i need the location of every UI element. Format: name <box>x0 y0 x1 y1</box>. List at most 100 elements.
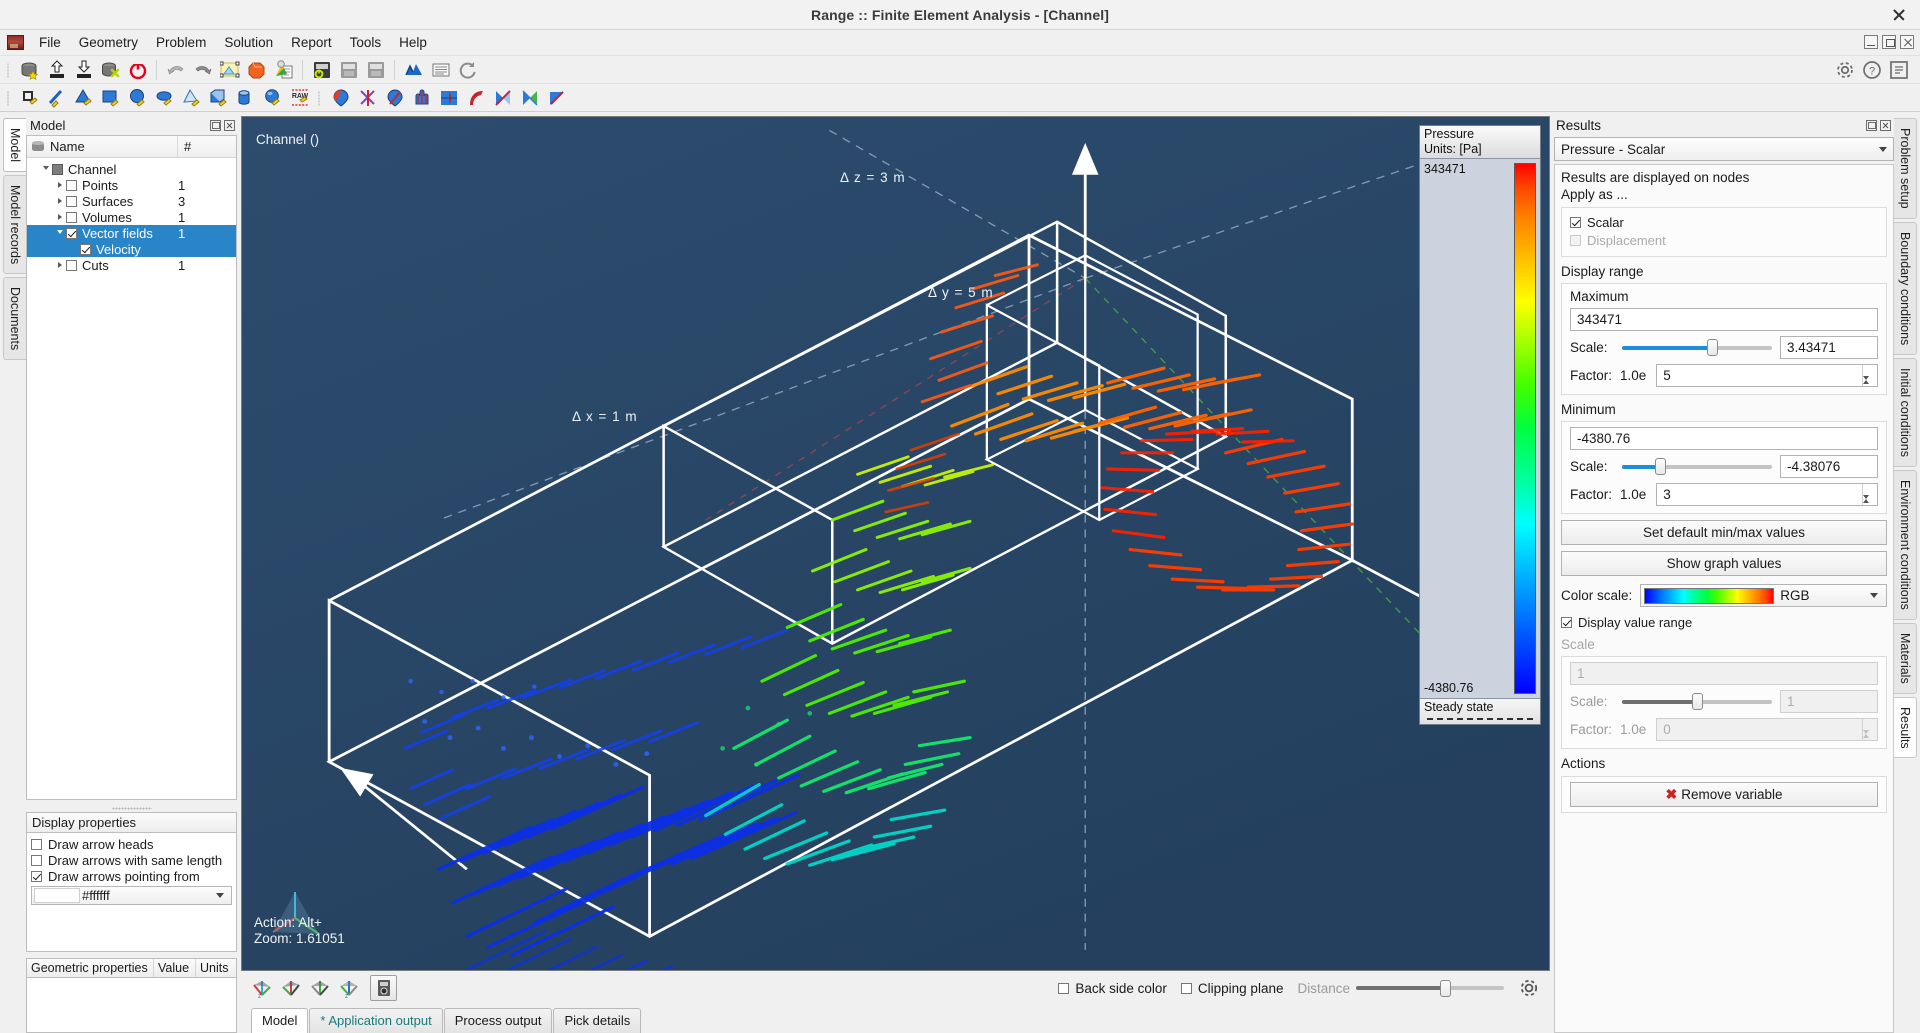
minimum-factor-spinner[interactable]: 3 <box>1656 483 1878 514</box>
model-tree-count-column[interactable]: # <box>178 139 236 154</box>
checkbox-display-value-range[interactable] <box>1561 616 1572 628</box>
expander-volumes[interactable] <box>53 214 66 220</box>
checkbox-draw-arrow-heads[interactable] <box>31 838 42 850</box>
cut-icon[interactable] <box>436 86 461 110</box>
help-icon[interactable]: ? <box>1859 58 1884 82</box>
right-tab-initial-conditions[interactable]: Initial conditions <box>1894 357 1917 467</box>
set-default-minmax-button[interactable]: Set default min/max values <box>1561 520 1887 545</box>
clipping-plane-option[interactable]: Clipping plane <box>1180 981 1283 996</box>
menu-item-geometry[interactable]: Geometry <box>70 32 147 53</box>
draw-circle-icon[interactable] <box>125 86 150 110</box>
coarsen-icon[interactable] <box>517 86 542 110</box>
option-draw-arrows-same-length[interactable]: Draw arrows with same length <box>31 852 232 868</box>
draw-sphere-icon[interactable] <box>260 86 285 110</box>
redo-icon[interactable] <box>190 58 215 82</box>
menu-item-problem[interactable]: Problem <box>147 32 215 53</box>
view-bottom-icon[interactable]: z <box>335 975 362 1001</box>
checkbox-draw-arrows-same-length[interactable] <box>31 854 42 866</box>
mesh-break-icon[interactable] <box>355 86 380 110</box>
draw-quad-icon[interactable] <box>98 86 123 110</box>
checkbox-volumes[interactable] <box>66 211 77 223</box>
expander-vector-fields[interactable] <box>53 229 66 237</box>
report-icon[interactable] <box>428 58 453 82</box>
minimum-factor-down-icon[interactable] <box>1863 495 1877 514</box>
back-side-color-option[interactable]: Back side color <box>1058 981 1167 996</box>
geo-col-properties[interactable]: Geometric properties <box>27 959 154 977</box>
menu-item-solution[interactable]: Solution <box>215 32 282 53</box>
checkbox-velocity[interactable] <box>80 243 91 255</box>
toolbar-grip[interactable] <box>5 60 13 80</box>
minimum-scale-value[interactable]: -4.38076 <box>1780 455 1878 478</box>
draw-cylinder-icon[interactable] <box>233 86 258 110</box>
draw-element-icon[interactable] <box>17 86 42 110</box>
right-tab-environment-conditions[interactable]: Environment conditions <box>1894 469 1917 620</box>
window-close-icon[interactable] <box>1892 8 1906 22</box>
checkbox-scalar[interactable] <box>1570 216 1581 228</box>
close-model-icon[interactable] <box>98 58 123 82</box>
maximum-factor-down-icon[interactable] <box>1863 376 1877 395</box>
solver-settings-icon[interactable] <box>363 58 388 82</box>
tree-row-vector-fields[interactable]: Vector fields 1 <box>27 225 236 241</box>
geometry-toolbar-grip[interactable] <box>5 88 13 108</box>
mdi-restore-icon[interactable] <box>1882 35 1896 49</box>
refresh-icon[interactable] <box>455 58 480 82</box>
left-tab-model[interactable]: Model <box>3 118 26 173</box>
viewport-settings-gear-icon[interactable] <box>1518 977 1540 999</box>
mirror-icon[interactable] <box>490 86 515 110</box>
expander-channel[interactable] <box>39 165 52 173</box>
solid-model-icon[interactable] <box>244 58 269 82</box>
tab-pick-details[interactable]: Pick details <box>553 1008 642 1033</box>
checkbox-draw-arrows-pointing-from[interactable] <box>31 870 42 882</box>
materials-icon[interactable] <box>271 58 296 82</box>
tree-row-cuts[interactable]: Cuts 1 <box>27 257 236 273</box>
mdi-close-icon[interactable] <box>1900 35 1914 49</box>
tab-application-output[interactable]: * Application output <box>309 1008 443 1033</box>
tree-row-velocity[interactable]: Velocity <box>27 241 236 257</box>
menu-item-tools[interactable]: Tools <box>341 32 391 53</box>
exit-icon[interactable] <box>125 58 150 82</box>
splitter-handle[interactable] <box>26 805 237 812</box>
draw-line-icon[interactable] <box>44 86 69 110</box>
right-tab-boundary-conditions[interactable]: Boundary conditions <box>1894 221 1917 355</box>
maximum-scale-value[interactable]: 3.43471 <box>1780 336 1878 359</box>
view-front-icon[interactable]: z <box>248 975 275 1001</box>
minimum-scale-slider[interactable] <box>1622 458 1772 476</box>
menu-item-report[interactable]: Report <box>282 32 341 53</box>
menu-item-file[interactable]: File <box>30 32 70 53</box>
right-tab-results[interactable]: Results <box>1894 696 1917 759</box>
maximum-value-input[interactable]: 343471 <box>1570 308 1878 331</box>
view-back-icon[interactable] <box>277 975 304 1001</box>
checkbox-clipping-plane[interactable] <box>1180 982 1192 994</box>
right-tab-materials[interactable]: Materials <box>1894 622 1917 694</box>
minimum-value-input[interactable]: -4380.76 <box>1570 427 1878 450</box>
geo-col-value[interactable]: Value <box>154 959 196 977</box>
graph-icon[interactable] <box>401 58 426 82</box>
draw-ellipse-icon[interactable] <box>152 86 177 110</box>
mesh-generate-icon[interactable] <box>328 86 353 110</box>
option-draw-arrows-pointing-from[interactable]: Draw arrows pointing from <box>31 868 232 884</box>
option-scalar[interactable]: Scalar <box>1570 213 1878 231</box>
remove-variable-button[interactable]: ✖ Remove variable <box>1570 782 1878 807</box>
arrow-color-combo[interactable]: #ffffff <box>31 886 232 905</box>
new-model-icon[interactable] <box>17 58 42 82</box>
maximum-scale-slider[interactable] <box>1622 339 1772 357</box>
left-tab-documents[interactable]: Documents <box>3 277 26 361</box>
expander-points[interactable] <box>53 182 66 188</box>
expander-surfaces[interactable] <box>53 198 66 204</box>
tree-row-volumes[interactable]: Volumes 1 <box>27 209 236 225</box>
3d-viewport[interactable]: Channel () Action: Alt+ Zoom: 1.61051 Δ … <box>241 116 1550 971</box>
screenshot-icon[interactable] <box>370 975 397 1001</box>
save-model-icon[interactable] <box>71 58 96 82</box>
mesh-weld-icon[interactable] <box>409 86 434 110</box>
about-icon[interactable] <box>1886 58 1911 82</box>
undo-icon[interactable] <box>163 58 188 82</box>
checkbox-vector-fields[interactable] <box>66 227 77 239</box>
maximum-factor-value[interactable]: 5 <box>1656 364 1878 387</box>
tab-model[interactable]: Model <box>251 1008 309 1033</box>
draw-hexahedron-icon[interactable] <box>206 86 231 110</box>
view-top-icon[interactable] <box>306 975 333 1001</box>
tree-row-points[interactable]: Points 1 <box>27 177 236 193</box>
right-tab-problem-setup[interactable]: Problem setup <box>1894 118 1917 219</box>
checkbox-surfaces[interactable] <box>66 195 77 207</box>
results-close-icon[interactable] <box>1880 120 1891 131</box>
